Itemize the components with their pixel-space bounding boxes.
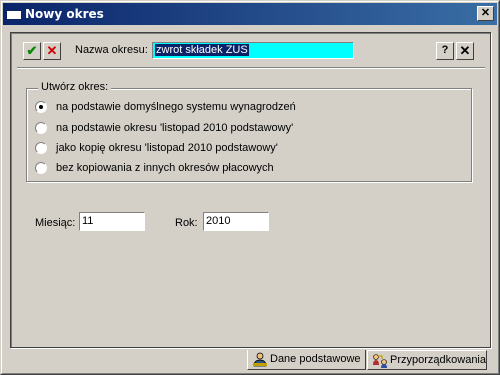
radio-label: na podstawie okresu 'listopad 2010 podst… (56, 122, 294, 134)
people-link-icon (373, 354, 387, 368)
month-input[interactable]: 11 (79, 212, 145, 231)
period-name-value: zwrot składek ZUS (155, 44, 249, 56)
radio-button[interactable] (35, 122, 47, 134)
radio-button[interactable] (35, 162, 47, 174)
group-title: Utwórz okres: (38, 81, 112, 93)
radio-label: na podstawie domyślnego systemu wynagrod… (56, 101, 296, 113)
period-name-input[interactable]: zwrot składek ZUS (152, 42, 354, 59)
radio-button[interactable] (35, 101, 47, 113)
tab-label: Przyporządkowania (390, 354, 486, 366)
radio-label: jako kopię okresu 'listopad 2010 podstaw… (56, 142, 278, 154)
radio-button[interactable] (35, 142, 47, 154)
toolbar: ✔ ✕ Nazwa okresu: zwrot składek ZUS ? ✕ (19, 39, 475, 63)
close-button[interactable]: ✕ (456, 42, 474, 60)
radio-label: bez kopiowania z innych okresów płacowyc… (56, 162, 274, 174)
window-close-button[interactable]: ✕ (477, 6, 494, 21)
tab-assignments[interactable]: Przyporządkowania (367, 350, 487, 370)
help-button[interactable]: ? (436, 42, 454, 60)
person-icon (253, 352, 267, 367)
tab-label: Dane podstawowe (270, 353, 361, 365)
year-input[interactable]: 2010 (203, 212, 269, 231)
title-bar[interactable]: Nowy okres ✕ (3, 3, 497, 25)
window-icon (7, 8, 21, 19)
tab-basic-data[interactable]: Dane podstawowe (247, 350, 366, 370)
dialog-window: Nowy okres ✕ ✔ ✕ Nazwa okresu: zwrot skł… (0, 0, 500, 375)
month-label: Miesiąc: (35, 217, 76, 229)
period-name-label: Nazwa okresu: (75, 44, 148, 56)
year-label: Rok: (175, 217, 198, 229)
cancel-button[interactable]: ✕ (43, 42, 61, 60)
ok-button[interactable]: ✔ (23, 42, 41, 60)
toolbar-divider (17, 67, 485, 69)
window-title: Nowy okres (25, 7, 104, 21)
